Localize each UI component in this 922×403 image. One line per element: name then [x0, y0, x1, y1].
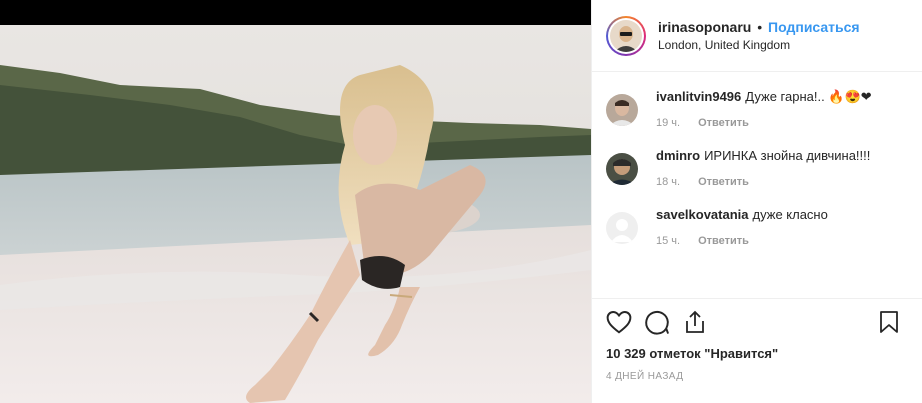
comment-item: savelkovatania дуже класно 15 ч. Ответить [606, 206, 908, 247]
comment-text: ИРИНКА знойна дивчина!!!! [704, 148, 871, 163]
comment-username[interactable]: dminro [656, 148, 700, 163]
action-bar [606, 299, 908, 345]
comment-item: dminro ИРИНКА знойна дивчина!!!! 18 ч. От… [606, 147, 908, 188]
comment-text: дуже класно [752, 207, 828, 222]
comment-time[interactable]: 15 ч. [656, 235, 680, 247]
comment-time[interactable]: 18 ч. [656, 176, 680, 188]
likes-count[interactable]: 10 329 отметок "Нравится" [606, 345, 908, 363]
comment-text: Дуже гарна!.. 🔥😍❤ [745, 89, 872, 104]
post-timestamp[interactable]: 4 дней назад [606, 371, 908, 382]
reply-button[interactable]: Ответить [698, 235, 749, 247]
post-media[interactable] [0, 0, 591, 403]
beach-photo [0, 25, 591, 403]
post-header: irinasoponaru • Подписаться London, Unit… [592, 0, 922, 72]
reply-button[interactable]: Ответить [698, 176, 749, 188]
author-username[interactable]: irinasoponaru [658, 19, 751, 35]
comment-time[interactable]: 19 ч. [656, 117, 680, 129]
bookmark-icon[interactable] [876, 309, 902, 335]
post-location[interactable]: London, United Kingdom [658, 36, 860, 54]
comment-icon[interactable] [644, 309, 670, 335]
comment-username[interactable]: savelkovatania [656, 207, 749, 222]
separator-dot: • [757, 18, 763, 35]
share-icon[interactable] [682, 309, 708, 335]
follow-button[interactable]: Подписаться [768, 19, 860, 35]
heart-icon[interactable] [606, 309, 632, 335]
default-avatar-icon[interactable] [606, 212, 638, 244]
author-avatar[interactable] [606, 15, 646, 56]
comment-username[interactable]: ivanlitvin9496 [656, 89, 741, 104]
reply-button[interactable]: Ответить [698, 117, 749, 129]
comments-list[interactable]: ivanlitvin9496 Дуже гарна!.. 🔥😍❤ 19 ч. От… [592, 72, 922, 298]
post-sidebar: irinasoponaru • Подписаться London, Unit… [591, 0, 922, 403]
post-footer: 10 329 отметок "Нравится" 4 дней назад [592, 298, 922, 382]
author-avatar-image [610, 19, 642, 52]
post-photo[interactable] [0, 25, 591, 403]
commenter-avatar[interactable] [606, 94, 638, 126]
commenter-avatar[interactable] [606, 153, 638, 185]
comment-item: ivanlitvin9496 Дуже гарна!.. 🔥😍❤ 19 ч. От… [606, 88, 908, 129]
